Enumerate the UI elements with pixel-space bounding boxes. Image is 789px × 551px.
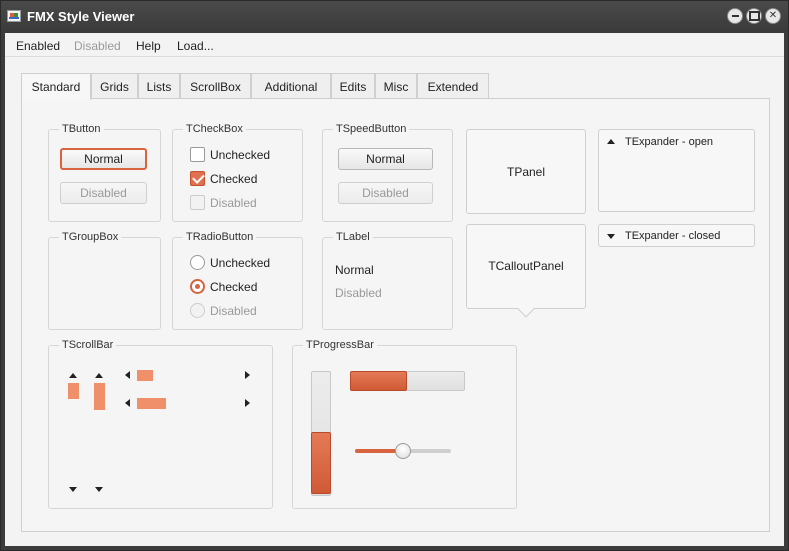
group-tspeedbutton: TSpeedButton Normal Disabled: [322, 123, 453, 222]
scroll-right-arrow-icon[interactable]: [245, 371, 250, 379]
speed-button-disabled[interactable]: Disabled: [338, 182, 433, 204]
group-tscrollbar: TScrollBar: [48, 339, 273, 509]
group-tlabel: TLabel Normal Disabled: [322, 231, 453, 330]
checkbox-checked[interactable]: [190, 171, 205, 186]
vscroll-thumb[interactable]: [94, 383, 105, 410]
disabled-button[interactable]: Disabled: [60, 182, 147, 204]
group-title: TGroupBox: [59, 231, 122, 243]
group-title: TRadioButton: [183, 231, 257, 243]
expander-closed-label[interactable]: TExpander - closed: [625, 230, 720, 242]
group-title: TProgressBar: [303, 339, 377, 351]
checkbox-disabled-label: Disabled: [210, 196, 257, 210]
texpander-closed: TExpander - closed: [598, 224, 755, 247]
horizontal-progress-bar: [350, 371, 465, 391]
tcalloutpanel: TCalloutPanel: [466, 224, 586, 309]
group-title: TSpeedButton: [333, 123, 410, 135]
group-tgroupbox: TGroupBox: [48, 231, 161, 330]
checkbox-unchecked-label: Unchecked: [210, 148, 271, 162]
group-title: TButton: [59, 123, 104, 135]
expander-expand-icon[interactable]: [607, 234, 615, 239]
speed-button-normal[interactable]: Normal: [338, 148, 433, 170]
vertical-progress-bar: [311, 371, 331, 496]
close-button[interactable]: [765, 8, 781, 24]
group-tradiobutton: TRadioButton Unchecked Checked Disabled: [172, 231, 303, 330]
title-bar[interactable]: FMX Style Viewer: [1, 1, 788, 33]
menu-enabled[interactable]: Enabled: [16, 39, 60, 53]
label-disabled: Disabled: [335, 286, 382, 300]
group-tcheckbox: TCheckBox Unchecked Checked Disabled: [172, 123, 303, 222]
minimize-button[interactable]: [727, 8, 743, 24]
group-tbutton: TButton Normal Disabled: [48, 123, 161, 222]
tab-additional[interactable]: Additional: [251, 73, 331, 99]
group-tprogressbar: TProgressBar: [292, 339, 517, 509]
tcalloutpanel-label: TCalloutPanel: [488, 259, 564, 273]
checkbox-disabled[interactable]: [190, 195, 205, 210]
tab-scrollbox[interactable]: ScrollBox: [180, 73, 251, 99]
checkbox-unchecked[interactable]: [190, 147, 205, 162]
tab-grids[interactable]: Grids: [91, 73, 138, 99]
client-area: Enabled Disabled Help Load... Standard G…: [5, 33, 784, 546]
label-normal: Normal: [335, 263, 374, 277]
window-title: FMX Style Viewer: [27, 9, 135, 24]
tpanel: TPanel: [466, 129, 586, 214]
radio-unchecked-label: Unchecked: [210, 256, 271, 270]
vertical-progress-fill: [311, 432, 331, 494]
tab-lists[interactable]: Lists: [138, 73, 180, 99]
normal-button[interactable]: Normal: [60, 148, 147, 170]
menu-load[interactable]: Load...: [177, 39, 214, 53]
maximize-button[interactable]: [746, 8, 762, 24]
scroll-left-arrow-icon[interactable]: [125, 371, 130, 379]
tab-extended[interactable]: Extended: [417, 73, 489, 99]
group-title: TCheckBox: [183, 123, 246, 135]
radio-disabled[interactable]: [190, 303, 205, 318]
scroll-left-arrow-icon[interactable]: [125, 399, 130, 407]
group-title: TLabel: [333, 231, 373, 243]
tpanel-label: TPanel: [506, 165, 546, 179]
app-icon: [7, 10, 21, 22]
checkbox-checked-label: Checked: [210, 172, 258, 186]
tab-panel-standard: TButton Normal Disabled TCheckBox Unchec…: [21, 98, 770, 532]
app-window: FMX Style Viewer Enabled Disabled Help L…: [0, 0, 789, 551]
menu-disabled[interactable]: Disabled: [74, 39, 121, 53]
group-title: TScrollBar: [59, 339, 117, 351]
scroll-up-arrow-icon[interactable]: [69, 373, 77, 378]
scroll-down-arrow-icon[interactable]: [69, 487, 77, 492]
vscroll-thumb[interactable]: [68, 383, 79, 399]
radio-checked-label: Checked: [210, 280, 258, 294]
hscroll-thumb[interactable]: [137, 398, 166, 409]
radio-disabled-label: Disabled: [210, 304, 257, 318]
texpander-open: TExpander - open: [598, 129, 755, 212]
expander-open-label[interactable]: TExpander - open: [625, 136, 713, 148]
menu-bar: Enabled Disabled Help Load...: [5, 33, 784, 57]
radio-checked[interactable]: [190, 279, 205, 294]
tab-standard[interactable]: Standard: [21, 73, 91, 100]
expander-collapse-icon[interactable]: [607, 139, 615, 144]
scroll-down-arrow-icon[interactable]: [95, 487, 103, 492]
menu-help[interactable]: Help: [136, 39, 161, 53]
horizontal-progress-fill: [350, 371, 407, 391]
radio-unchecked[interactable]: [190, 255, 205, 270]
tab-misc[interactable]: Misc: [375, 73, 417, 99]
tab-edits[interactable]: Edits: [331, 73, 375, 99]
hscroll-thumb[interactable]: [137, 370, 153, 381]
scroll-up-arrow-icon[interactable]: [95, 373, 103, 378]
scroll-right-arrow-icon[interactable]: [245, 399, 250, 407]
slider-thumb[interactable]: [395, 443, 411, 459]
